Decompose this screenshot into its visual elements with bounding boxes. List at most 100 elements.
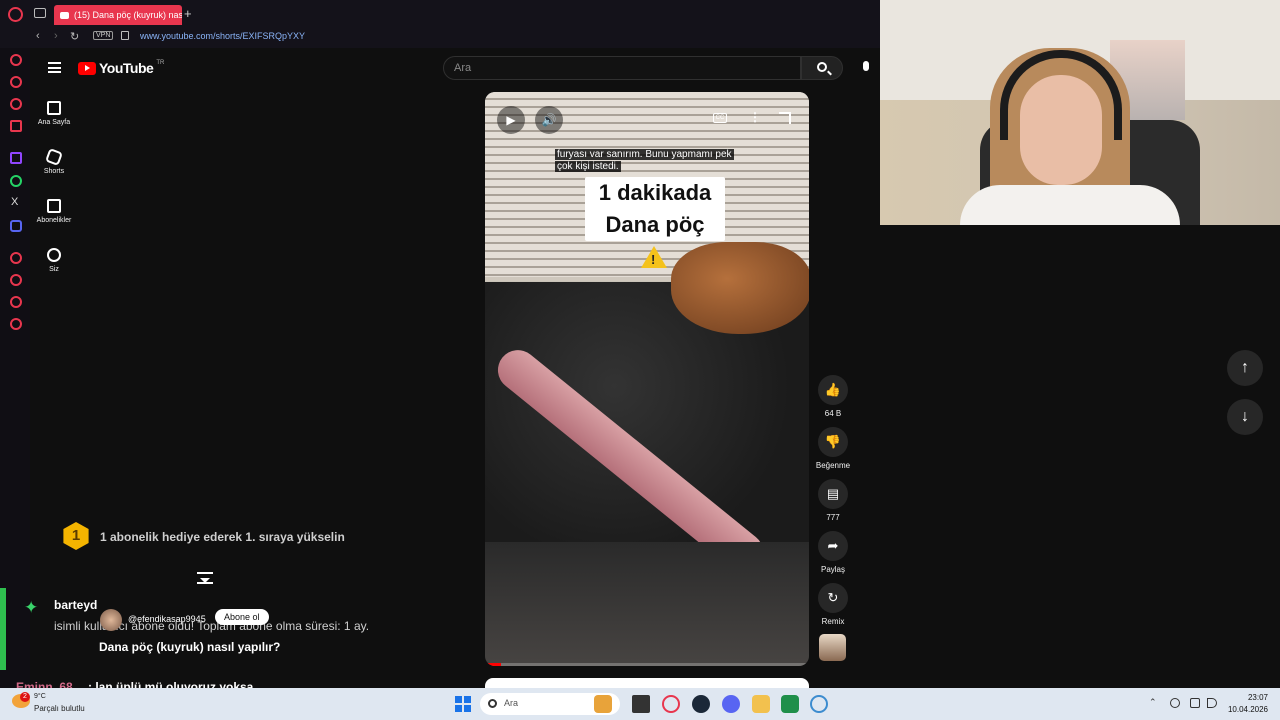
nav-item-you[interactable]: Siz (24, 248, 84, 273)
vpn-badge[interactable]: VPN (93, 31, 114, 40)
discord-taskbar-icon[interactable] (722, 695, 740, 713)
search-button[interactable] (801, 56, 843, 80)
nav-label: Ana Sayfa (37, 119, 71, 126)
chat-scroll-down-icon[interactable] (197, 572, 213, 584)
network-icon[interactable] (1190, 698, 1200, 708)
next-short-button[interactable]: ↓ (1227, 399, 1263, 435)
channel-avatar[interactable] (819, 634, 846, 661)
voice-search-button[interactable] (854, 56, 878, 80)
like-count: 64 B (824, 409, 842, 418)
caption-line-2: çok kişi istedi. (555, 161, 621, 172)
home-icon (47, 101, 61, 115)
subscribe-button[interactable]: Abone ol (215, 609, 269, 625)
extensions-icon[interactable] (10, 296, 22, 308)
video-progress-fill (485, 663, 502, 666)
play-button[interactable]: ▶ (497, 106, 525, 134)
dislike-label: Beğenme (815, 461, 851, 470)
like-button[interactable]: 👍 64 B (815, 375, 851, 418)
gx-corner-icon[interactable] (10, 76, 22, 88)
video-frame-pot (671, 242, 809, 334)
clock-date[interactable]: 10.04.2026 (1222, 705, 1268, 714)
thumbs-down-icon: 👎 (818, 427, 848, 457)
volume-button[interactable]: 🔊 (535, 106, 563, 134)
nav-label: Shorts (43, 168, 65, 175)
share-arrow-icon: ➦ (818, 531, 848, 561)
microphone-tray-icon[interactable] (1170, 698, 1180, 708)
whatsapp-icon[interactable] (10, 175, 22, 187)
terminal-app-icon[interactable] (781, 695, 799, 713)
fullscreen-icon[interactable] (779, 112, 791, 124)
remix-button[interactable]: ↻ Remix (815, 583, 851, 626)
nav-item-home[interactable]: Ana Sayfa (24, 101, 84, 126)
address-bar (0, 28, 880, 48)
nav-item-subscriptions[interactable]: Abonelikler (24, 199, 84, 224)
settings-app-icon[interactable] (810, 695, 828, 713)
captions-cc-icon[interactable]: CC (713, 113, 727, 123)
search-input[interactable] (454, 62, 784, 74)
video-frame-drawer (485, 542, 809, 666)
video-progress-bar[interactable] (485, 663, 809, 666)
steam-icon[interactable] (692, 695, 710, 713)
gift-prompt: 1 abonelik hediye ederek 1. sıraya yükse… (100, 530, 345, 544)
nav-label: Abonelikler (36, 217, 72, 224)
previous-short-button[interactable]: ↑ (1227, 350, 1263, 386)
windows-start-button[interactable] (455, 696, 471, 712)
dislike-button[interactable]: 👎 Beğenme (815, 427, 851, 470)
thumbs-up-icon: 👍 (818, 375, 848, 405)
back-arrow-icon[interactable]: ‹ (36, 30, 40, 42)
volume-icon: 🔊 (541, 113, 557, 127)
url-field[interactable]: www.youtube.com/shorts/EXIFSRQpYXY (140, 31, 305, 41)
short-video-player[interactable]: ▶ 🔊 CC ⋮ furyası var sanırım. Bunu yapma… (485, 92, 809, 666)
search-icon (817, 62, 827, 72)
nav-item-shorts[interactable]: Shorts (24, 148, 84, 175)
discord-icon[interactable] (10, 220, 22, 232)
x-twitter-icon[interactable]: X (11, 196, 18, 208)
nav-label: Siz (49, 266, 59, 273)
youtube-logo[interactable]: YouTube TR (78, 60, 164, 76)
task-view-icon[interactable] (632, 695, 650, 713)
video-caption: furyası var sanırım. Bunu yapmamı pek ço… (555, 149, 734, 173)
reload-icon[interactable]: ↻ (70, 30, 79, 43)
webcam-shirt (960, 185, 1180, 225)
music-player-icon[interactable] (10, 252, 22, 264)
tab-islands-icon[interactable] (34, 8, 46, 18)
caption-line-1: furyası var sanırım. Bunu yapmamı pek (555, 149, 734, 160)
region-code: TR (156, 60, 165, 66)
history-icon[interactable] (10, 274, 22, 286)
warning-symbol: ! (651, 252, 656, 267)
comments-button[interactable]: ▤ 777 (815, 479, 851, 522)
creator-handle[interactable]: @efendikasap9945 (128, 614, 206, 624)
streamer-webcam (880, 0, 1280, 225)
menu-hamburger-icon[interactable] (48, 62, 61, 73)
remix-label: Remix (821, 617, 845, 626)
lock-icon[interactable] (121, 31, 129, 40)
widgets-app-icon[interactable] (594, 695, 612, 713)
warning-icon: ! (641, 246, 667, 268)
opera-gx-logo-icon[interactable] (8, 7, 23, 22)
title-card-line-2: Dana pöç (605, 212, 705, 237)
gx-mail-icon[interactable] (10, 120, 22, 132)
opera-gx-taskbar-icon[interactable] (662, 695, 680, 713)
gx-control-icon[interactable] (10, 54, 22, 66)
more-options-icon[interactable]: ⋮ (749, 110, 761, 124)
clock-time[interactable]: 23:07 (1228, 693, 1268, 702)
gx-cleaner-icon[interactable] (10, 98, 22, 110)
active-tab[interactable]: (15) Dana pöç (kuyruk) nas (54, 5, 182, 25)
share-button[interactable]: ➦ Paylaş (815, 531, 851, 574)
twitch-icon[interactable] (10, 152, 22, 164)
youtube-favicon-icon (60, 11, 69, 19)
shorts-icon (45, 148, 63, 166)
file-explorer-icon[interactable] (752, 695, 770, 713)
tab-title: (15) Dana pöç (kuyruk) nas (74, 10, 182, 20)
speaker-icon[interactable] (1207, 698, 1217, 708)
arrow-down-icon: ↓ (1241, 408, 1249, 425)
settings-gear-icon[interactable] (10, 318, 22, 330)
creator-avatar[interactable] (100, 609, 122, 631)
tray-overflow-chevron-icon[interactable]: ⌃ (1149, 697, 1157, 708)
new-tab-button[interactable]: + (184, 6, 192, 21)
forward-arrow-icon[interactable]: › (54, 30, 58, 42)
arrow-up-icon: ↑ (1241, 359, 1249, 376)
comment-count: 777 (826, 513, 840, 522)
sparkle-icon: ✦ (24, 598, 39, 617)
share-label: Paylaş (820, 565, 845, 574)
